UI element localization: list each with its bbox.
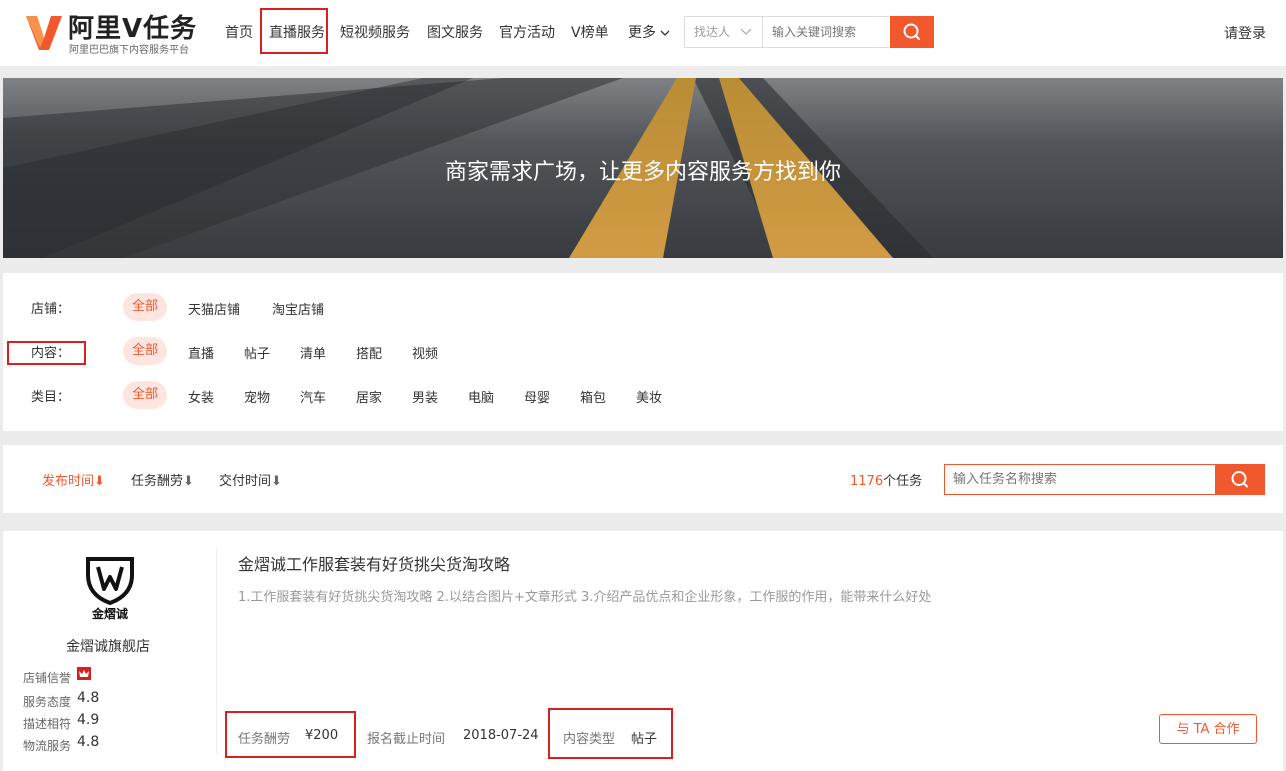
filter-category-beauty[interactable]: 美妆 bbox=[636, 387, 662, 406]
store-credit-label: 店铺信誉 bbox=[23, 671, 72, 685]
search-type-select[interactable]: 找达人 bbox=[685, 17, 763, 47]
filter-label-shop: 店铺： bbox=[31, 302, 71, 317]
filter-category-all[interactable]: 全部 bbox=[123, 381, 168, 409]
task-search-input[interactable] bbox=[944, 464, 1216, 495]
filter-category-computer[interactable]: 电脑 bbox=[468, 387, 494, 406]
nav-short-video[interactable]: 短视频服务 bbox=[340, 22, 410, 42]
metric-value-service: 4.8 bbox=[77, 690, 100, 706]
banner-headline: 商家需求广场，让更多内容服务方找到你 bbox=[444, 160, 841, 185]
search-icon bbox=[903, 23, 920, 40]
sort-reward[interactable]: 任务酬劳⬇ bbox=[131, 470, 194, 489]
filter-content-live[interactable]: 直播 bbox=[188, 343, 214, 362]
filter-category-pets[interactable]: 宠物 bbox=[244, 387, 270, 406]
chevron-down-icon bbox=[740, 28, 752, 35]
filter-content-post[interactable]: 帖子 bbox=[244, 343, 270, 362]
metric-value-description: 4.9 bbox=[77, 712, 100, 728]
metric-label-logistics: 物流服务 bbox=[23, 739, 72, 753]
sort-publish-time[interactable]: 发布时间⬇ bbox=[42, 470, 105, 489]
filter-content-list[interactable]: 清单 bbox=[300, 343, 326, 362]
arrow-down-icon: ⬇ bbox=[271, 474, 282, 489]
header-search-input[interactable] bbox=[766, 17, 890, 47]
filter-content-outfit[interactable]: 搭配 bbox=[356, 343, 382, 362]
nav-home[interactable]: 首页 bbox=[225, 22, 253, 42]
filter-content-video[interactable]: 视频 bbox=[412, 343, 438, 362]
metric-value-logistics: 4.8 bbox=[77, 734, 100, 750]
search-icon bbox=[1231, 471, 1248, 488]
deadline-value: 2018-07-24 bbox=[463, 728, 539, 743]
filter-shop-tmall[interactable]: 天猫店铺 bbox=[188, 299, 240, 318]
highlight-box-content-label bbox=[7, 341, 86, 365]
cooperate-button[interactable]: 与 TA 合作 bbox=[1159, 714, 1257, 744]
logo-v-icon[interactable] bbox=[24, 12, 64, 52]
task-description: 1.工作服套装有好货挑尖货淘攻略 2.以结合图片+文章形式 3.介绍产品优点和企… bbox=[238, 590, 932, 605]
task-count: 1176个任务 bbox=[850, 470, 922, 489]
login-link[interactable]: 请登录 bbox=[1224, 23, 1266, 43]
store-logo[interactable] bbox=[84, 555, 136, 607]
store-logo-text: 金熠诚 bbox=[91, 607, 128, 621]
filter-category-women[interactable]: 女装 bbox=[188, 387, 214, 406]
task-count-suffix: 个任务 bbox=[883, 474, 923, 489]
logo-title[interactable]: 阿里V任务 bbox=[68, 8, 197, 45]
filter-category-bags[interactable]: 箱包 bbox=[580, 387, 606, 406]
card-divider bbox=[216, 548, 217, 754]
hero-banner: 商家需求广场，让更多内容服务方找到你 bbox=[3, 78, 1283, 258]
store-name[interactable]: 金熠诚旗舰店 bbox=[0, 636, 216, 656]
metric-label-service: 服务态度 bbox=[23, 695, 72, 709]
task-search-button[interactable] bbox=[1215, 464, 1265, 495]
filter-category-baby[interactable]: 母婴 bbox=[524, 387, 550, 406]
sort-label: 交付时间 bbox=[219, 474, 272, 489]
header-search-button[interactable] bbox=[890, 16, 934, 48]
arrow-down-icon: ⬇ bbox=[183, 474, 194, 489]
arrow-down-icon: ⬇ bbox=[94, 474, 105, 489]
metric-label-description: 描述相符 bbox=[23, 717, 72, 731]
logo-subtitle: 阿里巴巴旗下内容服务平台 bbox=[69, 45, 189, 56]
highlight-box-live-service bbox=[260, 8, 328, 54]
filter-shop-taobao[interactable]: 淘宝店铺 bbox=[272, 299, 324, 318]
filter-label-category: 类目： bbox=[31, 390, 71, 405]
filter-category-men[interactable]: 男装 bbox=[412, 387, 438, 406]
highlight-box-content-type bbox=[548, 708, 673, 759]
filter-category-home[interactable]: 居家 bbox=[356, 387, 382, 406]
nav-v-ranking[interactable]: V榜单 bbox=[571, 22, 609, 42]
sort-label: 任务酬劳 bbox=[131, 474, 184, 489]
deadline-label: 报名截止时间 bbox=[367, 732, 446, 747]
crown-icon bbox=[77, 667, 91, 680]
sort-delivery-time[interactable]: 交付时间⬇ bbox=[219, 470, 282, 489]
nav-official-events[interactable]: 官方活动 bbox=[499, 22, 555, 42]
task-count-number: 1176 bbox=[850, 474, 884, 489]
nav-more-label: 更多 bbox=[628, 25, 656, 41]
filter-content-all[interactable]: 全部 bbox=[123, 337, 168, 365]
nav-image-text[interactable]: 图文服务 bbox=[427, 22, 483, 42]
chevron-down-icon bbox=[660, 30, 670, 36]
highlight-box-reward bbox=[225, 711, 356, 758]
filter-category-auto[interactable]: 汽车 bbox=[300, 387, 326, 406]
nav-more[interactable]: 更多 bbox=[628, 22, 670, 42]
filter-shop-all[interactable]: 全部 bbox=[123, 293, 168, 321]
sort-label: 发布时间 bbox=[42, 474, 95, 489]
task-title[interactable]: 金熠诚工作服套装有好货挑尖货淘攻略 bbox=[238, 551, 510, 575]
search-type-label: 找达人 bbox=[694, 25, 731, 39]
